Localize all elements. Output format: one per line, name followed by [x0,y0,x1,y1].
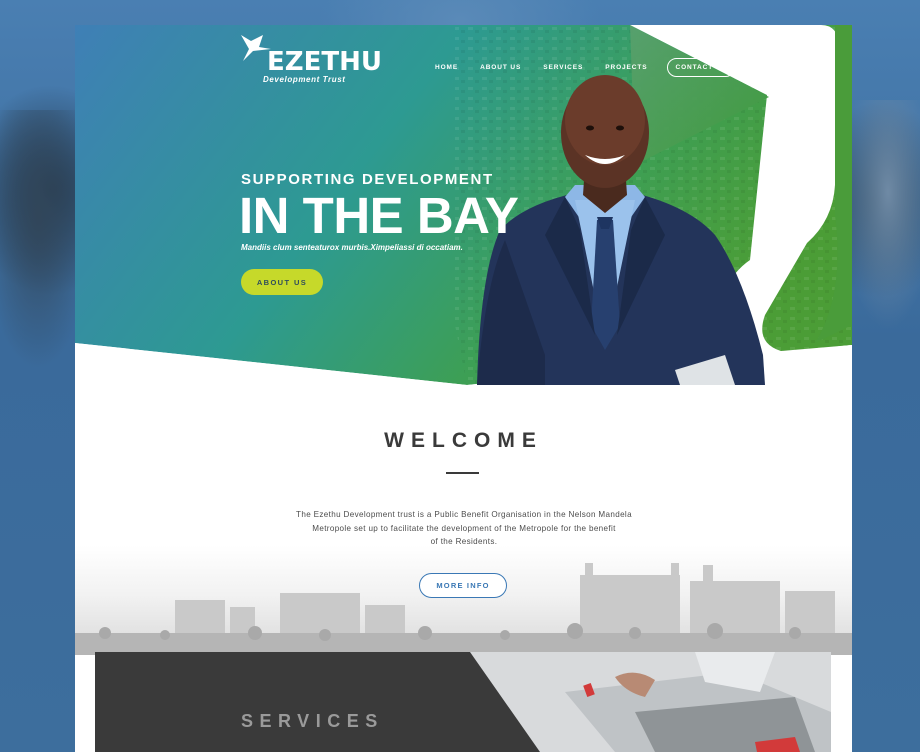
welcome-heading: WELCOME [384,429,543,452]
services-photo [425,652,831,752]
city-skyline-image [75,545,852,655]
welcome-line: of the Residents. [430,537,498,546]
website-mockup: EZETHU Development Trust HOME ABOUT US S… [75,25,852,752]
services-section: SERVICES [95,652,831,752]
welcome-line: The Ezethu Development trust is a Public… [296,510,632,519]
about-us-button[interactable]: ABOUT US [241,269,323,295]
hero-subtitle: Mandiis clum senteaturox murbis.Ximpelia… [241,243,463,252]
nav-home[interactable]: HOME [435,64,458,71]
welcome-line: Metropole set up to facilitate the devel… [312,523,616,533]
hero-title: IN THE BAY [239,187,519,244]
nav-services[interactable]: SERVICES [543,64,583,71]
brand-tagline: Development Trust [263,75,346,84]
brand-name: EZETHU [267,47,382,77]
nav-projects[interactable]: PROJECTS [605,64,647,71]
contact-us-button[interactable]: CONTACT US [667,57,735,77]
services-heading: SERVICES [241,711,384,731]
heading-divider [446,472,479,474]
brand-logo[interactable]: EZETHU Development Trust [241,35,382,85]
hero-kicker: SUPPORTING DEVELOPMENT [241,171,494,188]
main-nav: HOME ABOUT US SERVICES PROJECTS CONTACT … [435,56,735,78]
nav-about-us[interactable]: ABOUT US [480,64,521,71]
hero-section: EZETHU Development Trust HOME ABOUT US S… [75,25,852,395]
welcome-text: The Ezethu Development trust is a Public… [275,508,653,549]
more-info-button[interactable]: MORE INFO [419,573,507,598]
